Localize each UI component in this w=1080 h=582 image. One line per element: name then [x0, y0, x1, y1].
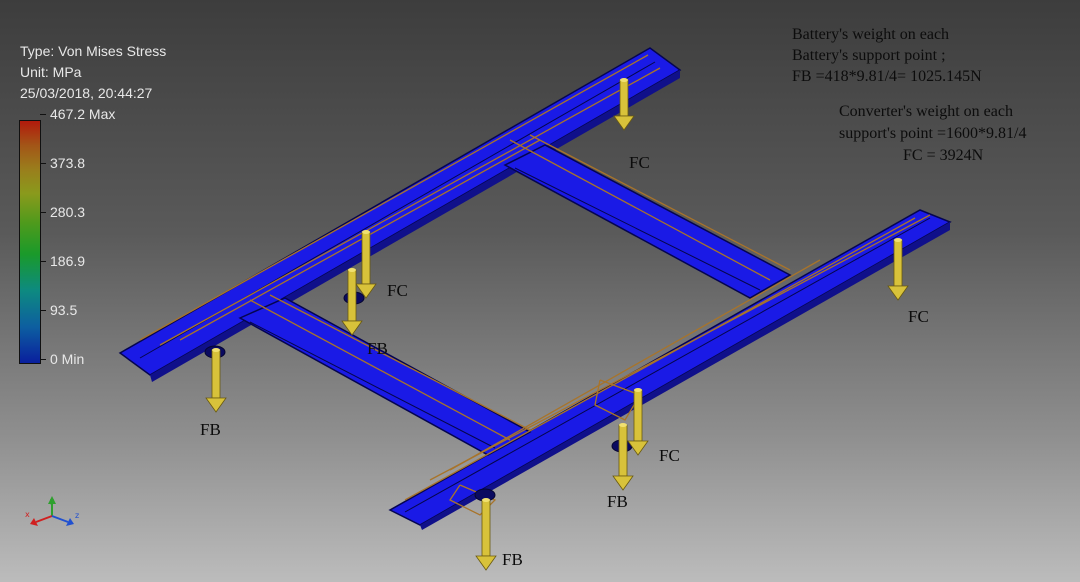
y-axis-label: y — [50, 497, 54, 505]
force-label-fc-4: FC — [659, 446, 680, 465]
force-label-fb-4: FB — [502, 550, 523, 569]
model-viewport[interactable] — [0, 0, 1080, 582]
force-label-fc-1: FC — [629, 153, 650, 172]
front-cross-member — [238, 297, 532, 456]
result-timestamp: 25/03/2018, 20:44:27 — [20, 85, 153, 101]
fb-arrow-2-icon — [205, 348, 227, 413]
legend-tick — [40, 163, 46, 164]
force-label-fb-3: FB — [607, 492, 628, 511]
legend-label: 93.5 — [50, 302, 78, 318]
legend-tick — [40, 310, 46, 311]
result-unit: Unit: MPa — [20, 64, 82, 80]
legend-tick — [40, 114, 46, 115]
legend-label: 280.3 — [50, 204, 86, 220]
legend-label: 0 Min — [50, 351, 85, 367]
battery-note-line-2: Battery's support point ; — [792, 47, 946, 64]
x-axis-label: x — [25, 510, 30, 519]
battery-note-line-3: FB =418*9.81/4= 1025.145N — [792, 68, 982, 85]
converter-note-line-1: Converter's weight on each — [839, 103, 1013, 120]
force-label-fc-3: FC — [908, 307, 929, 326]
result-type: Type: Von Mises Stress — [20, 43, 167, 59]
legend-label: 373.8 — [50, 155, 86, 171]
legend-tick — [40, 212, 46, 213]
battery-note-line-1: Battery's weight on each — [792, 26, 950, 43]
stress-color-legend — [19, 120, 41, 364]
force-label-fb-2: FB — [200, 420, 221, 439]
legend-tick — [40, 261, 46, 262]
force-label-fc-2: FC — [387, 281, 408, 300]
converter-note-line-3: FC = 3924N — [903, 147, 984, 164]
fb-arrow-3-icon — [612, 423, 634, 491]
converter-note-line-2: support's point =1600*9.81/4 — [839, 125, 1027, 142]
fb-arrow-4-icon — [475, 498, 497, 571]
z-axis-line — [51, 515, 69, 523]
x-axis-line — [35, 515, 53, 523]
orientation-triad[interactable]: y x z — [18, 494, 88, 534]
right-rail — [388, 209, 952, 530]
legend-label: 467.2 Max — [50, 106, 116, 122]
legend-tick — [40, 359, 46, 360]
z-axis-label: z — [75, 511, 79, 520]
legend-label: 186.9 — [50, 253, 86, 269]
force-label-fb-1: FB — [367, 339, 388, 358]
